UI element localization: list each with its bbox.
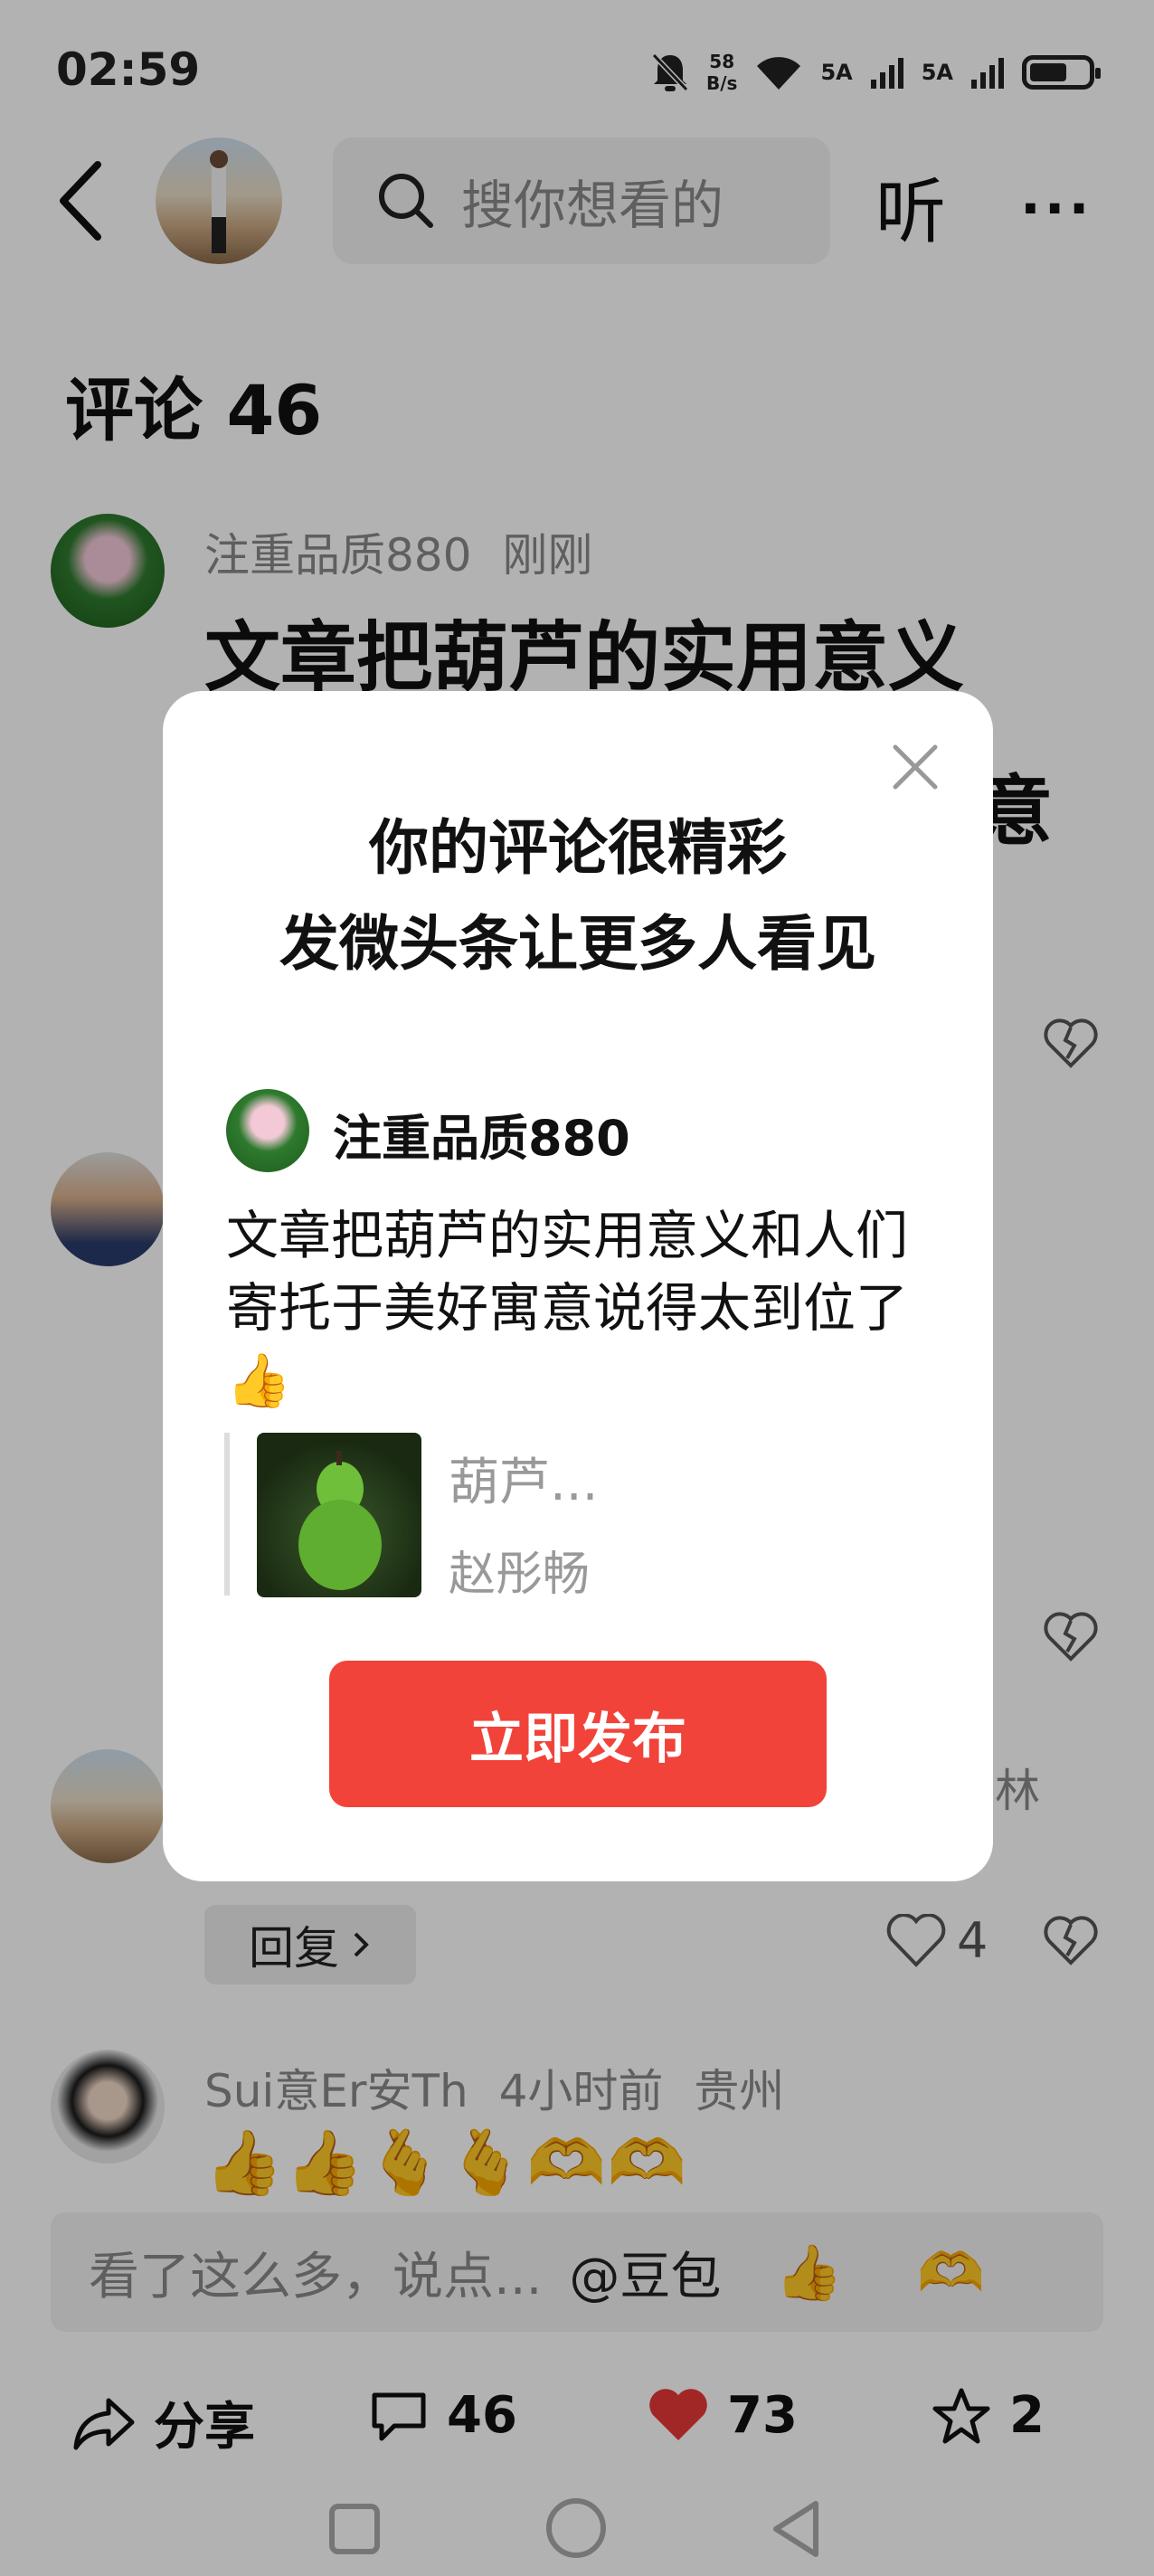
dialog-title-line2: 发微头条让更多人看见 bbox=[279, 909, 876, 979]
article-title: 葫芦... bbox=[449, 1454, 599, 1512]
share-prompt-dialog: 你的评论很精彩 发微头条让更多人看见 注重品质880 文章把葫芦的实用意义和人们… bbox=[163, 691, 993, 1881]
dialog-title-line1: 你的评论很精彩 bbox=[369, 813, 787, 883]
close-icon[interactable] bbox=[886, 738, 944, 796]
article-thumbnail bbox=[257, 1433, 421, 1597]
quoted-user-name: 注重品质880 bbox=[333, 1110, 630, 1167]
quoted-comment-text: 文章把葫芦的实用意义和人们寄托于美好寓意说得太到位了👍 bbox=[226, 1205, 909, 1411]
quoted-user-avatar bbox=[226, 1089, 309, 1172]
publish-button[interactable]: 立即发布 bbox=[329, 1661, 827, 1807]
article-author: 赵彤畅 bbox=[449, 1548, 591, 1602]
quote-divider bbox=[224, 1433, 230, 1596]
